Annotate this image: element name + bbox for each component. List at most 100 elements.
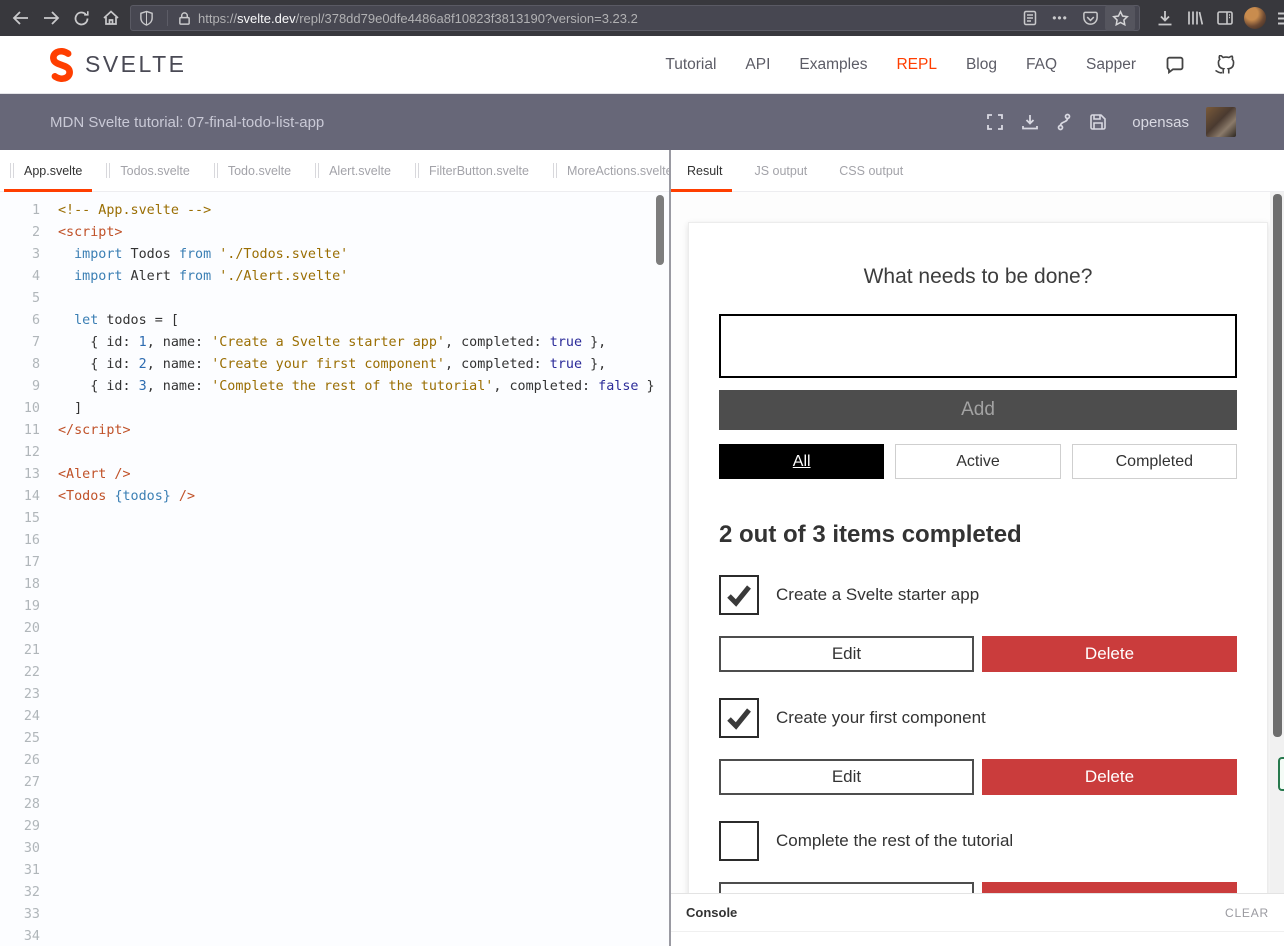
code-line: <!-- App.svelte --> (58, 200, 655, 222)
delete-button[interactable]: Delete (982, 759, 1237, 795)
output-tab-css-output[interactable]: CSS output (823, 150, 919, 191)
line-number: 3 (0, 244, 40, 266)
tab-label: MoreActions.svelte (567, 164, 673, 178)
line-number: 34 (0, 926, 40, 946)
line-number: 6 (0, 310, 40, 332)
edit-button[interactable]: Edit (719, 882, 974, 893)
output-tab-js-output[interactable]: JS output (738, 150, 823, 191)
code-line: </script> (58, 420, 655, 442)
browser-toolbar: https://svelte.dev/repl/378dd79e0dfe4486… (0, 0, 1284, 36)
chat-icon[interactable] (1165, 55, 1185, 75)
bookmark-star-icon[interactable] (1105, 5, 1135, 31)
editor-tab-filterbutton-svelte[interactable]: FilterButton.svelte (405, 150, 543, 191)
back-icon[interactable] (6, 5, 36, 31)
menu-icon[interactable] (1270, 5, 1284, 31)
tab-label: CSS output (839, 164, 903, 178)
tab-drag-handle-icon[interactable] (553, 163, 557, 178)
editor-tab-moreactions-svelte[interactable]: MoreActions.svelte (543, 150, 687, 191)
editor-tab-todos-svelte[interactable]: Todos.svelte (96, 150, 203, 191)
tab-label: Result (687, 164, 722, 178)
code-line (58, 926, 655, 946)
line-number: 32 (0, 882, 40, 904)
repl-title[interactable]: MDN Svelte tutorial: 07-final-todo-list-… (50, 114, 324, 131)
line-number: 25 (0, 728, 40, 750)
code-line (58, 706, 655, 728)
nav-item-sapper[interactable]: Sapper (1086, 56, 1136, 74)
tracking-shield-icon[interactable] (131, 5, 161, 31)
editor-tab-todo-svelte[interactable]: Todo.svelte (204, 150, 305, 191)
save-icon[interactable] (1089, 113, 1107, 131)
code-line (58, 530, 655, 552)
nav-item-repl[interactable]: REPL (896, 56, 937, 74)
reload-icon[interactable] (66, 5, 96, 31)
nav-item-faq[interactable]: FAQ (1026, 56, 1057, 74)
tab-drag-handle-icon[interactable] (415, 163, 419, 178)
delete-button[interactable]: Delete (982, 636, 1237, 672)
filter-button-active[interactable]: Active (895, 444, 1060, 479)
edit-button[interactable]: Edit (719, 759, 974, 795)
editor-scrollbar-thumb[interactable] (656, 195, 664, 265)
todo-item: Create a Svelte starter appEditDelete (719, 575, 1237, 672)
code-line (58, 552, 655, 574)
line-number: 28 (0, 794, 40, 816)
tab-drag-handle-icon[interactable] (214, 163, 218, 178)
editor-tabbar: App.svelte Todos.svelte Todo.svelteAlert.s… (0, 150, 669, 192)
library-icon[interactable] (1180, 5, 1210, 31)
result-viewport: What needs to be done? Add All Active Comp… (671, 192, 1284, 893)
profile-avatar[interactable] (1240, 5, 1270, 31)
output-tab-result[interactable]: Result (671, 150, 738, 191)
tab-label: Todos.svelte (120, 164, 189, 178)
fork-icon[interactable] (1056, 113, 1072, 131)
fullscreen-icon[interactable] (986, 113, 1004, 131)
filter-button-completed[interactable]: Completed (1072, 444, 1237, 479)
repl-username[interactable]: opensas (1132, 114, 1189, 131)
reader-view-icon[interactable] (1015, 5, 1045, 31)
line-number: 9 (0, 376, 40, 398)
result-scrollbar-thumb[interactable] (1273, 194, 1282, 737)
tab-drag-handle-icon[interactable] (10, 163, 14, 178)
nav-item-tutorial[interactable]: Tutorial (665, 56, 716, 74)
editor-tab-app-svelte[interactable]: App.svelte (0, 150, 96, 191)
line-number: 10 (0, 398, 40, 420)
edit-button[interactable]: Edit (719, 636, 974, 672)
forward-icon[interactable] (36, 5, 66, 31)
tab-drag-handle-icon[interactable] (315, 163, 319, 178)
nav-item-api[interactable]: API (745, 56, 770, 74)
download-zip-icon[interactable] (1021, 113, 1039, 131)
code-line: { id: 2, name: 'Create your first compon… (58, 354, 655, 376)
editor-tab-alert-svelte[interactable]: Alert.svelte (305, 150, 405, 191)
url-bar[interactable]: https://svelte.dev/repl/378dd79e0dfe4486… (130, 5, 1140, 31)
todo-item: Create your first componentEditDelete (719, 698, 1237, 795)
code-editor[interactable]: 1234567891011121314151617181920212223242… (0, 192, 669, 946)
github-icon[interactable] (1214, 55, 1236, 75)
delete-button[interactable]: Delete (982, 882, 1237, 893)
svelte-logo[interactable]: SVELTE (46, 47, 187, 83)
downloads-icon[interactable] (1150, 5, 1180, 31)
sidebar-icon[interactable] (1210, 5, 1240, 31)
code-line (58, 882, 655, 904)
todo-checkbox-checked[interactable] (719, 575, 759, 615)
add-todo-button[interactable]: Add (719, 390, 1237, 430)
todo-label: Complete the rest of the tutorial (776, 831, 1013, 851)
nav-item-examples[interactable]: Examples (799, 56, 867, 74)
todo-app-heading: What needs to be done? (719, 265, 1237, 289)
todo-checkbox-checked[interactable] (719, 698, 759, 738)
page-actions-icon[interactable]: ••• (1045, 5, 1075, 31)
todo-status-heading: 2 out of 3 items completed (719, 521, 1237, 549)
todo-checkbox-unchecked[interactable] (719, 821, 759, 861)
pocket-icon[interactable] (1075, 5, 1105, 31)
site-header: SVELTE Tutorial API Examples REPL Blog FAQ Sap… (0, 36, 1284, 94)
line-number: 4 (0, 266, 40, 288)
line-number: 14 (0, 486, 40, 508)
result-pane: Result JS output CSS output What needs to … (671, 150, 1284, 946)
repl-user-avatar[interactable] (1206, 107, 1236, 137)
nav-item-blog[interactable]: Blog (966, 56, 997, 74)
line-number: 26 (0, 750, 40, 772)
urlbar-separator (167, 10, 168, 26)
line-number: 22 (0, 662, 40, 684)
console-clear-button[interactable]: CLEAR (1225, 906, 1269, 920)
tab-drag-handle-icon[interactable] (106, 163, 110, 178)
new-todo-input[interactable] (719, 314, 1237, 378)
filter-button-all[interactable]: All (719, 444, 884, 479)
home-icon[interactable] (96, 5, 126, 31)
